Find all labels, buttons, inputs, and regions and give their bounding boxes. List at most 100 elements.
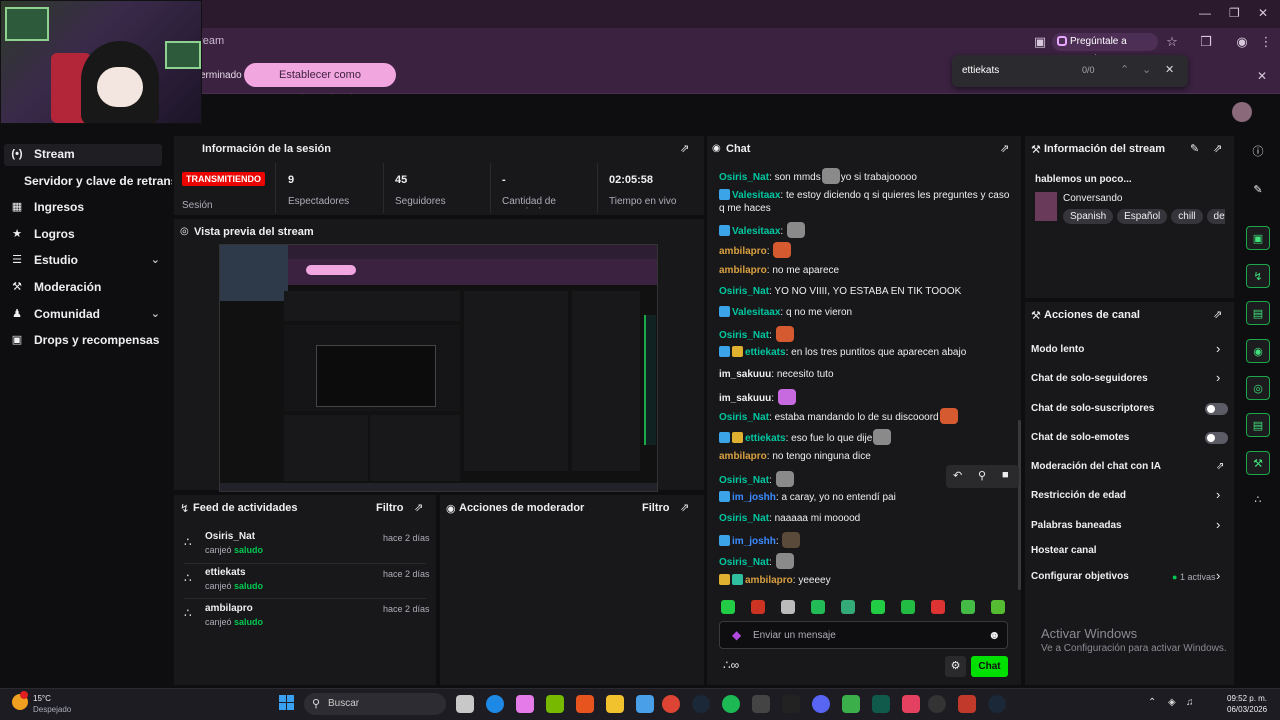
chat-username[interactable]: im_sakuuu (719, 393, 771, 404)
sidebar-item-logros[interactable]: ★ Logros (10, 223, 160, 245)
clock-time[interactable]: 09:52 p. m. (1227, 694, 1267, 703)
wrench-icon[interactable]: ⚒ (1246, 451, 1270, 475)
emote-icon[interactable] (721, 600, 735, 614)
chat-username[interactable]: im_joshh (732, 492, 776, 503)
popout-icon[interactable]: ⇗ (414, 501, 423, 514)
chat-emote-icon[interactable] (777, 389, 796, 405)
chat-username[interactable]: Valesitaax (732, 190, 780, 201)
obs-icon[interactable] (928, 695, 946, 713)
chat-message[interactable]: Osiris_Nat: (719, 553, 1015, 569)
chat-emote-icon[interactable] (782, 532, 801, 548)
close-window-icon[interactable]: ✕ (1258, 6, 1268, 20)
chat-username[interactable]: Osiris_Nat (719, 412, 769, 423)
chat-username[interactable]: Osiris_Nat (719, 557, 769, 568)
chevron-right-icon[interactable]: › (1216, 341, 1220, 356)
chat-emote-icon[interactable] (939, 408, 958, 424)
clip-icon[interactable]: ▣ (1246, 226, 1270, 250)
task-view-icon[interactable] (456, 695, 474, 713)
chat-username[interactable]: Valesitaax (732, 307, 780, 318)
chat-username[interactable]: Osiris_Nat (719, 330, 769, 341)
chat-message[interactable]: ettiekats: en los tres puntitos que apar… (719, 346, 1015, 359)
chat-message[interactable]: ambilapro: no me aparece (719, 264, 1015, 277)
profile-icon[interactable]: ◉ (1234, 34, 1250, 50)
storage-icon[interactable]: ▤ (1246, 413, 1270, 437)
wifi-icon[interactable]: ◈ (1168, 697, 1176, 708)
emote-icon[interactable] (931, 600, 945, 614)
chat-message[interactable]: ettiekats: eso fue lo que dije (719, 429, 1015, 445)
chat-username[interactable]: Osiris_Nat (719, 513, 769, 524)
mod-filter-button[interactable]: Filtro (642, 502, 670, 514)
chat-username[interactable]: ambilapro (719, 451, 767, 462)
minimize-icon[interactable]: — (1199, 6, 1211, 20)
emote-only-toggle[interactable] (1205, 432, 1228, 444)
chat-message[interactable]: im_sakuuu: necesito tuto (719, 368, 1015, 381)
sidebar-item-comunidad[interactable]: ♟ Comunidad ⌄ (10, 303, 160, 325)
steam-icon[interactable] (692, 695, 710, 713)
chat-emote-icon[interactable] (775, 471, 794, 487)
user-avatar[interactable] (1232, 102, 1252, 122)
emote-icon[interactable] (871, 600, 885, 614)
set-default-button[interactable]: Establecer como predeterminado (244, 63, 396, 105)
chat-username[interactable]: Osiris_Nat (719, 172, 769, 183)
sidebar-item-ingresos[interactable]: ▦ Ingresos (10, 196, 160, 218)
app-icon[interactable] (872, 695, 890, 713)
extensions-icon[interactable]: ❒ (1198, 34, 1214, 50)
activity-item[interactable]: ambilapro canjeó saludo (205, 603, 263, 627)
emote-icon[interactable] (751, 600, 765, 614)
chat-icon[interactable]: ◉ (1246, 339, 1270, 363)
activity-item[interactable]: Osiris_Nat canjeó saludo (205, 531, 263, 555)
emote-icon[interactable] (901, 600, 915, 614)
banned-words-item[interactable]: Palabras baneadas (1031, 520, 1122, 531)
restore-icon[interactable]: ❐ (1229, 6, 1240, 20)
file-explorer-icon[interactable] (606, 695, 624, 713)
chat-message[interactable]: ambilapro: yeeeey (719, 574, 1015, 587)
find-next-icon[interactable]: ⌄ (1142, 63, 1151, 76)
office-icon[interactable] (576, 695, 594, 713)
chat-username[interactable]: ambilapro (719, 246, 767, 257)
chat-message[interactable]: ambilapro: no tengo ninguna dice (719, 450, 1015, 463)
chevron-up-icon[interactable]: ⌃ (1148, 697, 1156, 708)
chat-message[interactable]: Osiris_Nat: estaba mandando lo de su dis… (719, 408, 1015, 424)
chat-message[interactable]: Valesitaax: (719, 222, 1015, 238)
sidebar-item-moderacion[interactable]: ⚒ Moderación (10, 276, 160, 298)
activity-filter-button[interactable]: Filtro (376, 502, 404, 514)
emote-icon[interactable] (781, 600, 795, 614)
chat-username[interactable]: Osiris_Nat (719, 475, 769, 486)
chevron-right-icon[interactable]: › (1216, 568, 1220, 583)
app-icon[interactable] (752, 695, 770, 713)
chat-emote-icon[interactable] (786, 222, 805, 238)
tag-chip[interactable]: Español (1117, 209, 1168, 224)
menu-icon[interactable]: ⋮ (1258, 34, 1274, 50)
subscribers-only-toggle[interactable] (1205, 403, 1228, 415)
nvidia-icon[interactable] (546, 695, 564, 713)
page-icon[interactable]: ▣ (1032, 34, 1048, 50)
emote-icon[interactable] (991, 600, 1005, 614)
find-prev-icon[interactable]: ⌃ (1120, 63, 1129, 76)
volume-icon[interactable]: ♫ (1186, 697, 1194, 708)
discord-icon[interactable] (812, 695, 830, 713)
popout-icon[interactable]: ⇗ (1213, 308, 1222, 321)
chat-username[interactable]: ettiekats (745, 347, 786, 358)
popout-icon[interactable]: ⇗ (1213, 142, 1222, 155)
chat-emote-icon[interactable] (873, 429, 892, 445)
chat-input[interactable]: ◆ Enviar un mensaje ☻ (719, 621, 1008, 649)
chat-scrollbar[interactable] (1018, 420, 1021, 590)
store-icon[interactable] (636, 695, 654, 713)
channel-points-icon[interactable]: ∴ (1246, 488, 1270, 512)
chat-message[interactable]: Osiris_Nat: YO NO VIIII, YO ESTABA EN TI… (719, 285, 1015, 298)
popout-icon[interactable]: ⇗ (1000, 142, 1009, 155)
tag-chip[interactable]: deto (1206, 209, 1225, 224)
tag-chip[interactable]: chill (1171, 209, 1203, 224)
sidebar-item-stream[interactable]: (•) Stream (10, 143, 160, 165)
chat-message[interactable]: Valesitaax: q no me vieron (719, 306, 1015, 319)
chat-username[interactable]: im_joshh (732, 536, 776, 547)
host-channel-item[interactable]: Hostear canal (1031, 545, 1097, 556)
emoji-icon[interactable]: ☻ (988, 628, 1001, 642)
popout-icon[interactable]: ⇗ (680, 142, 689, 155)
sidebar-item-server-key[interactable]: Servidor y clave de retransm (0, 170, 172, 192)
goals-item[interactable]: Configurar objetivos (1031, 571, 1129, 582)
chat-message[interactable]: im_sakuuu: (719, 389, 1015, 405)
edge-icon[interactable] (486, 695, 504, 713)
chrome-icon[interactable] (662, 695, 680, 713)
copilot-icon[interactable] (516, 695, 534, 713)
